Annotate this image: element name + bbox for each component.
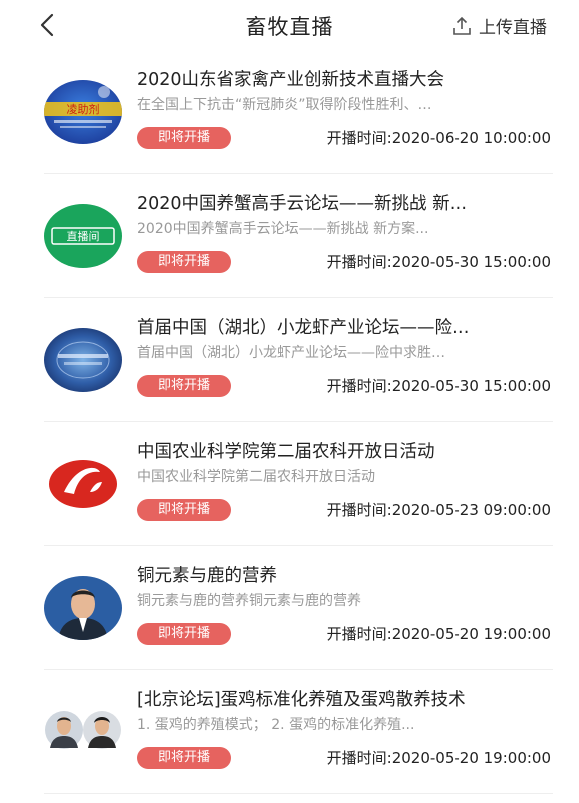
start-time: 开播时间:2020-06-20 10:00:00 [326,129,551,147]
thumbnail-crab-forum: 直播间 [44,204,122,268]
list-item[interactable]: 首届中国（湖北）小龙虾产业论坛——险… 首届中国（湖北）小龙虾产业论坛——险中求… [0,298,579,422]
item-title: 首届中国（湖北）小龙虾产业论坛——险… [137,318,470,338]
header-bar: 畜牧直播 上传直播 [0,0,579,50]
status-badge: 即将开播 [137,499,231,521]
svg-text:凌助剂: 凌助剂 [67,102,100,116]
divider [44,793,553,794]
list-item[interactable]: 中国农业科学院第二届农科开放日活动 中国农业科学院第二届农科开放日活动 即将开播… [0,422,579,546]
start-time: 开播时间:2020-05-30 15:00:00 [326,253,551,271]
svg-text:直播间: 直播间 [67,229,100,243]
item-title: 2020山东省家禽产业创新技术直播大会 [137,70,445,90]
upload-live-button[interactable]: 上传直播 [451,13,547,38]
item-title: 中国农业科学院第二届农科开放日活动 [137,442,435,462]
list-item[interactable]: 凌助剂 2020山东省家禽产业创新技术直播大会 在全国上下抗击“新冠肺炎”取得阶… [0,50,579,174]
upload-live-label: 上传直播 [479,18,547,38]
item-subtitle: 中国农业科学院第二届农科开放日活动 [137,469,375,485]
thumbnail-crayfish-forum [44,328,122,392]
status-badge: 即将开播 [137,251,231,273]
item-title: 2020中国养蟹高手云论坛——新挑战 新… [137,194,468,214]
status-badge: 即将开播 [137,127,231,149]
start-time: 开播时间:2020-05-23 09:00:00 [326,501,551,519]
list-item[interactable]: 铜元素与鹿的营养 铜元素与鹿的营养铜元素与鹿的营养 即将开播 开播时间:2020… [0,546,579,670]
live-list: 凌助剂 2020山东省家禽产业创新技术直播大会 在全国上下抗击“新冠肺炎”取得阶… [0,50,579,794]
thumbnail-poultry-conference: 凌助剂 [44,80,122,144]
item-subtitle: 首届中国（湖北）小龙虾产业论坛——险中求胜… [137,345,445,361]
item-subtitle: 铜元素与鹿的营养铜元素与鹿的营养 [137,593,361,609]
item-title: 铜元素与鹿的营养 [137,566,277,586]
avatar [44,576,122,640]
thumbnail-caas-logo [44,452,122,516]
status-badge: 即将开播 [137,747,231,769]
item-title: [北京论坛]蛋鸡标准化养殖及蛋鸡散养技术 [137,690,466,710]
start-time: 开播时间:2020-05-20 19:00:00 [326,625,551,643]
item-subtitle: 在全国上下抗击“新冠肺炎”取得阶段性胜利、… [137,97,432,113]
item-subtitle: 2020中国养蟹高手云论坛——新挑战 新方案... [137,221,429,237]
list-item[interactable]: 直播间 2020中国养蟹高手云论坛——新挑战 新… 2020中国养蟹高手云论坛—… [0,174,579,298]
status-badge: 即将开播 [137,623,231,645]
status-badge: 即将开播 [137,375,231,397]
list-item[interactable]: [北京论坛]蛋鸡标准化养殖及蛋鸡散养技术 1. 蛋鸡的养殖模式； 2. 蛋鸡的标… [0,670,579,794]
item-subtitle: 1. 蛋鸡的养殖模式； 2. 蛋鸡的标准化养殖... [137,717,415,733]
start-time: 开播时间:2020-05-20 19:00:00 [326,749,551,767]
start-time: 开播时间:2020-05-30 15:00:00 [326,377,551,395]
avatar-pair [44,710,124,750]
upload-icon [453,16,471,35]
